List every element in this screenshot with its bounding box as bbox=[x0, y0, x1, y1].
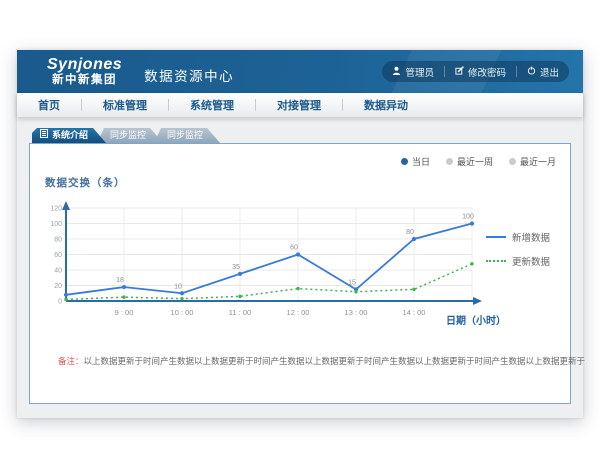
svg-text:13 : 00: 13 : 00 bbox=[345, 308, 368, 317]
svg-text:80: 80 bbox=[54, 237, 62, 244]
note-label: 备注： bbox=[58, 356, 84, 366]
page-title: 数据资源中心 bbox=[144, 65, 234, 85]
range-label: 最近一月 bbox=[520, 155, 556, 168]
edit-icon bbox=[455, 66, 464, 78]
svg-text:10 : 00: 10 : 00 bbox=[171, 308, 194, 317]
user-toolbar: 管理员 修改密码 退出 bbox=[382, 61, 569, 82]
range-label: 当日 bbox=[412, 155, 430, 168]
y-axis-title: 数据交换（条） bbox=[45, 175, 126, 190]
note-text: 以上数据更新于时间产生数据以上数据更新于时间产生数据以上数据更新于时间产生数据以… bbox=[84, 356, 586, 366]
svg-text:20: 20 bbox=[54, 283, 62, 290]
svg-text:40: 40 bbox=[54, 268, 62, 275]
svg-text:11 : 00: 11 : 00 bbox=[229, 308, 251, 317]
legend-item-update-data: 更新数据 bbox=[486, 254, 550, 268]
change-password-label: 修改密码 bbox=[468, 65, 506, 79]
svg-text:100: 100 bbox=[462, 214, 474, 221]
svg-text:12 : 00: 12 : 00 bbox=[287, 308, 310, 317]
svg-text:60: 60 bbox=[290, 245, 298, 252]
logout-button[interactable]: 退出 bbox=[517, 65, 569, 79]
tab-bar: 系统介绍 同步监控 同步监控 bbox=[32, 128, 571, 143]
app-header: Synjones 新中新集团 数据资源中心 管理员 修改密码 bbox=[17, 50, 583, 93]
radio-dot-icon bbox=[446, 158, 453, 165]
svg-text:80: 80 bbox=[406, 229, 414, 236]
series-legend: 新增数据 更新数据 bbox=[486, 230, 550, 278]
user-name-label: 管理员 bbox=[405, 65, 434, 79]
main-nav: 首页 标准管理 系统管理 对接管理 数据异动 bbox=[17, 93, 583, 117]
svg-text:60: 60 bbox=[54, 252, 62, 259]
range-label: 最近一周 bbox=[457, 155, 493, 168]
footer-note: 备注：以上数据更新于时间产生数据以上数据更新于时间产生数据以上数据更新于时间产生… bbox=[58, 355, 585, 367]
range-option-last-week[interactable]: 最近一周 bbox=[446, 155, 493, 168]
svg-text:35: 35 bbox=[232, 264, 240, 271]
nav-item-home[interactable]: 首页 bbox=[17, 97, 81, 113]
logout-label: 退出 bbox=[540, 65, 559, 79]
tab-label: 系统介绍 bbox=[52, 128, 88, 143]
solid-line-swatch bbox=[486, 236, 506, 238]
logo-text-en: Synjones bbox=[47, 56, 122, 74]
radio-dot-icon bbox=[509, 158, 516, 165]
tab-system-intro[interactable]: 系统介绍 bbox=[32, 128, 106, 143]
tab-sync-monitor-2[interactable]: 同步监控 bbox=[154, 128, 220, 143]
nav-item-interface-mgmt[interactable]: 对接管理 bbox=[256, 97, 342, 113]
range-option-today[interactable]: 当日 bbox=[401, 155, 430, 168]
svg-text:100: 100 bbox=[50, 221, 62, 228]
power-icon bbox=[527, 66, 536, 78]
svg-text:10: 10 bbox=[174, 283, 182, 290]
chart-panel: 当日 最近一周 最近一月 数据交换（条） 0 20 40 60 80 100 120 9 : … bbox=[29, 143, 571, 404]
svg-text:120: 120 bbox=[50, 206, 62, 213]
svg-text:9 : 00: 9 : 00 bbox=[115, 308, 134, 317]
tab-label: 同步监控 bbox=[167, 130, 203, 140]
legend-label: 更新数据 bbox=[512, 254, 550, 268]
range-option-last-month[interactable]: 最近一月 bbox=[509, 155, 556, 168]
nav-item-system-mgmt[interactable]: 系统管理 bbox=[169, 97, 255, 113]
user-icon bbox=[392, 66, 401, 78]
svg-text:18: 18 bbox=[116, 277, 124, 284]
svg-text:15: 15 bbox=[348, 279, 356, 286]
content-area: 系统介绍 同步监控 同步监控 当日 最近一周 bbox=[17, 117, 583, 404]
svg-text:0: 0 bbox=[58, 299, 62, 306]
time-range-selector: 当日 最近一周 最近一月 bbox=[401, 155, 556, 168]
dotted-line-swatch bbox=[486, 260, 506, 262]
nav-item-standard-mgmt[interactable]: 标准管理 bbox=[82, 97, 168, 113]
app-window: Synjones 新中新集团 数据资源中心 管理员 修改密码 bbox=[17, 50, 583, 418]
change-password-button[interactable]: 修改密码 bbox=[445, 65, 516, 79]
tab-sync-monitor-1[interactable]: 同步监控 bbox=[97, 128, 163, 143]
user-menu-button[interactable]: 管理员 bbox=[382, 65, 444, 79]
tab-label: 同步监控 bbox=[110, 130, 146, 140]
document-icon bbox=[40, 128, 48, 143]
nav-item-data-change[interactable]: 数据异动 bbox=[343, 97, 429, 113]
legend-item-new-data: 新增数据 bbox=[486, 230, 550, 244]
legend-label: 新增数据 bbox=[512, 230, 550, 244]
logo-text-cn: 新中新集团 bbox=[47, 74, 122, 87]
svg-text:日期（小时）: 日期（小时） bbox=[446, 314, 506, 327]
radio-dot-icon bbox=[401, 158, 408, 165]
svg-text:14 : 00: 14 : 00 bbox=[403, 308, 426, 317]
company-logo: Synjones 新中新集团 bbox=[47, 56, 122, 88]
